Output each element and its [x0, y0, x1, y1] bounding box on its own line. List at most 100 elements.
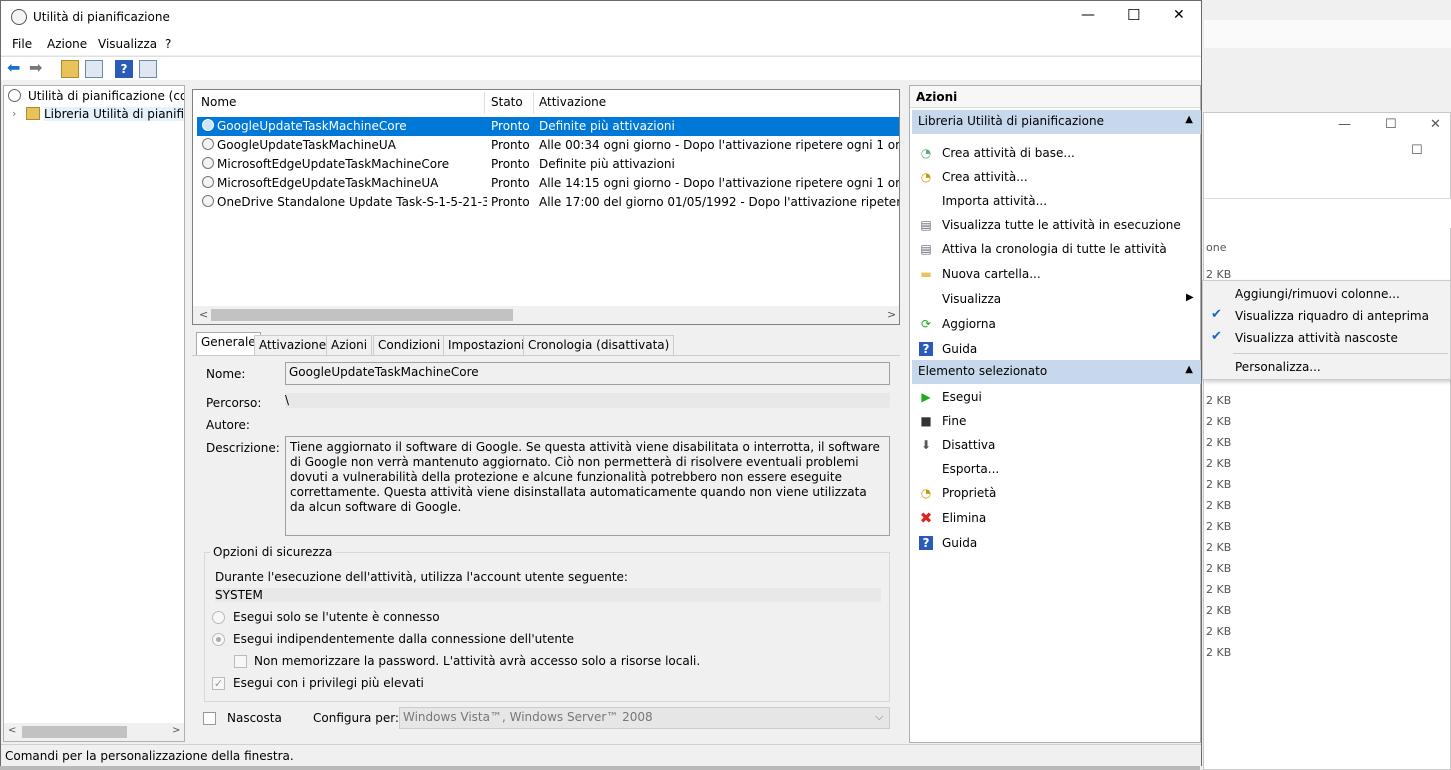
task-status: Pronto: [491, 138, 530, 152]
selected-item-section-header[interactable]: Elemento selezionato ▲: [912, 360, 1201, 384]
bg-header-row: [1204, 198, 1451, 228]
account-field[interactable]: SYSTEM: [215, 588, 881, 602]
selected-action-6[interactable]: Guida: [942, 536, 977, 550]
scroll-thumb[interactable]: [211, 309, 513, 321]
account-prompt: Durante l'esecuzione dell'attività, util…: [215, 570, 628, 584]
chevron-right-icon[interactable]: ›: [12, 107, 16, 120]
ctx-add-remove-columns[interactable]: Aggiungi/rimuovi colonne...: [1235, 287, 1400, 301]
tree-root[interactable]: Utilità di pianificazione (comp: [28, 89, 184, 103]
scroll-right-icon[interactable]: >: [172, 725, 180, 736]
collapse-icon[interactable]: ▲: [1185, 364, 1193, 375]
menu-view[interactable]: Visualizza: [98, 37, 157, 51]
help-icon[interactable]: ?: [115, 60, 133, 78]
ctx-hidden-tasks[interactable]: Visualizza attività nascoste: [1235, 331, 1398, 345]
action-4[interactable]: Attiva la cronologia di tutte le attivit…: [942, 242, 1167, 256]
column-divider: [484, 92, 485, 114]
selected-action-2[interactable]: Disattiva: [942, 438, 995, 452]
bg-maximize-icon: ☐: [1385, 117, 1397, 132]
menu-file[interactable]: File: [12, 37, 32, 51]
hidden-checkbox[interactable]: [203, 712, 216, 725]
clock-icon: [202, 195, 214, 207]
radio-dot: [216, 637, 221, 642]
menu-action[interactable]: Azione: [47, 37, 87, 51]
selected-action-0[interactable]: Esegui: [942, 390, 982, 404]
task-status: Pronto: [491, 157, 530, 171]
column-status[interactable]: Stato: [491, 95, 523, 109]
bg-size-cell: 2 KB: [1206, 499, 1232, 512]
task-status: Pronto: [491, 119, 530, 133]
no-password-checkbox[interactable]: [234, 655, 247, 668]
tab-history[interactable]: Cronologia (disattivata): [523, 335, 675, 355]
collapse-icon[interactable]: ▲: [1185, 114, 1193, 125]
bg-size-cell: 2 KB: [1206, 457, 1232, 470]
action-0[interactable]: Crea attività di base...: [942, 146, 1075, 160]
show-action-pane-icon[interactable]: [139, 60, 157, 78]
selected-action-3[interactable]: Esporta...: [942, 462, 999, 476]
task-status: Pronto: [491, 195, 530, 209]
path-field[interactable]: \: [285, 393, 890, 408]
task-name: GoogleUpdateTaskMachineUA: [217, 138, 396, 152]
scroll-right-icon[interactable]: >: [887, 308, 896, 321]
selected-action-5[interactable]: Elimina: [942, 511, 986, 525]
background-explorer-window: — ☐ ✕ ☐ one 2 KB 2 KB 2 KB 2 KB 2 KB 2 KB 2 KB…: [1203, 112, 1451, 770]
task-trigger: Definite più attivazioni: [539, 157, 675, 171]
table-row[interactable]: MicrosoftEdgeUpdateTaskMachineCore Pronto…: [197, 155, 899, 174]
forward-arrow-icon[interactable]: ➡: [29, 60, 47, 78]
show-tree-icon[interactable]: [85, 60, 103, 78]
radio-whether-logged-on[interactable]: [212, 633, 225, 646]
table-row[interactable]: MicrosoftEdgeUpdateTaskMachineUA Pronto Al…: [197, 174, 899, 193]
column-name[interactable]: Nome: [201, 95, 236, 109]
radio-user-logged-on[interactable]: [212, 611, 225, 624]
action-7[interactable]: Aggiorna: [942, 317, 996, 331]
table-row[interactable]: OneDrive Standalone Update Task-S-1-5-21…: [197, 193, 899, 212]
table-row[interactable]: GoogleUpdateTaskMachineUA Pronto Alle 00:3…: [197, 136, 899, 155]
task-name: MicrosoftEdgeUpdateTaskMachineUA: [217, 176, 439, 190]
action-6[interactable]: Visualizza: [942, 292, 1001, 306]
navigation-tree: Utilità di pianificazione (comp › Librer…: [3, 85, 185, 742]
tab-settings[interactable]: Impostazioni: [443, 335, 530, 355]
selected-action-4[interactable]: Proprietà: [942, 486, 996, 500]
ctx-customize[interactable]: Personalizza...: [1235, 360, 1321, 374]
selected-action-1[interactable]: Fine: [942, 414, 966, 428]
scroll-thumb[interactable]: [22, 726, 127, 738]
tree-horizontal-scrollbar[interactable]: < >: [4, 723, 184, 741]
bg-size-cell: 2 KB: [1206, 562, 1232, 575]
minimize-button[interactable]: —: [1081, 7, 1095, 23]
action-2[interactable]: Importa attività...: [942, 194, 1047, 208]
configure-label: Configura per:: [313, 711, 399, 725]
action-8[interactable]: Guida: [942, 342, 977, 356]
action-1[interactable]: Crea attività...: [942, 170, 1028, 184]
back-arrow-icon[interactable]: ⬅: [7, 60, 25, 78]
tab-triggers[interactable]: Attivazione: [254, 335, 332, 355]
description-field[interactable]: Tiene aggiornato il software di Google. …: [285, 436, 890, 536]
actions-header-bar: Azioni: [910, 86, 1200, 108]
radio-whether-logged-on-label: Esegui indipendentemente dalla connessio…: [233, 632, 575, 646]
table-row[interactable]: GoogleUpdateTaskMachineCore Pronto Definit…: [197, 117, 899, 136]
list-horizontal-scrollbar[interactable]: < >: [193, 306, 899, 324]
library-section-header[interactable]: Libreria Utilità di pianificazione ▲: [912, 110, 1201, 134]
refresh-icon: ⟳: [920, 317, 932, 331]
bg-size-cell: 2 KB: [1206, 583, 1232, 596]
view-context-menu: Aggiungi/rimuovi colonne... ✔ Visualizza…: [1202, 280, 1451, 380]
action-5[interactable]: Nuova cartella...: [942, 267, 1041, 281]
close-button[interactable]: ✕: [1173, 7, 1185, 23]
name-field[interactable]: GoogleUpdateTaskMachineCore: [285, 362, 890, 385]
menu-help[interactable]: ?: [165, 37, 171, 51]
action-3[interactable]: Visualizza tutte le attività in esecuzio…: [942, 218, 1181, 232]
tab-actions[interactable]: Azioni: [326, 335, 373, 355]
column-divider: [533, 92, 534, 114]
folder-up-icon[interactable]: [61, 60, 79, 78]
scroll-left-icon[interactable]: <: [199, 308, 208, 321]
bg-minimize-icon: —: [1338, 117, 1351, 132]
configure-select[interactable]: Windows Vista™, Windows Server™ 2008: [399, 707, 890, 729]
task-name: OneDrive Standalone Update Task-S-1-5-21…: [217, 195, 487, 209]
scroll-left-icon[interactable]: <: [8, 725, 16, 736]
column-trigger[interactable]: Attivazione: [539, 95, 606, 109]
tab-conditions[interactable]: Condizioni: [373, 335, 446, 355]
tab-general[interactable]: Generale: [196, 332, 261, 356]
bg-size-cell: 2 KB: [1206, 436, 1232, 449]
ctx-preview-pane[interactable]: Visualizza riquadro di anteprima: [1235, 309, 1429, 323]
highest-privileges-checkbox[interactable]: ✓: [212, 677, 225, 690]
maximize-button[interactable]: ☐: [1127, 6, 1140, 24]
tree-library[interactable]: Libreria Utilità di pianifica: [44, 107, 184, 121]
